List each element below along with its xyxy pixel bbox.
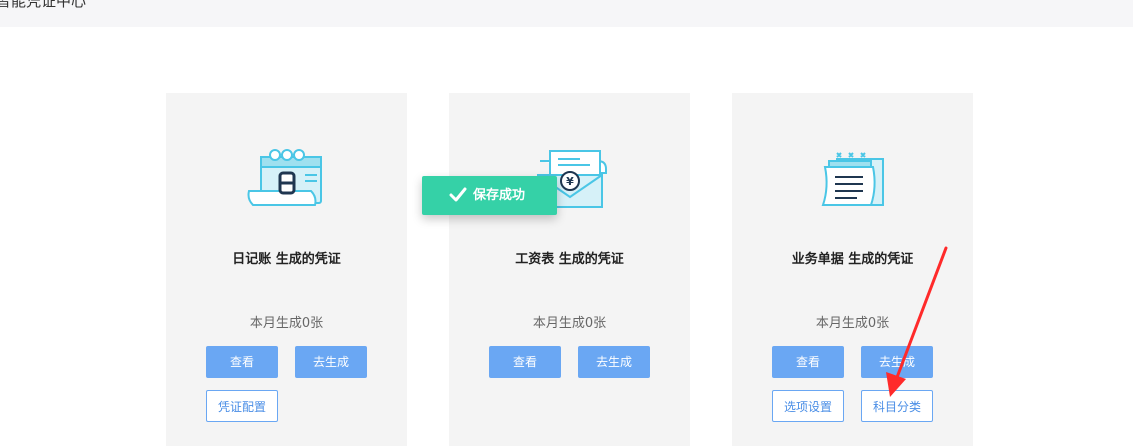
page-title: 智能凭证中心 xyxy=(0,0,87,10)
svg-text:¥: ¥ xyxy=(566,175,574,188)
calendar-icon xyxy=(247,149,322,206)
card-count: 本月生成0张 xyxy=(815,316,890,331)
card-count: 本月生成0张 xyxy=(249,316,324,331)
card-journal: 日记账 生成的凭证 本月生成0张 查看 去生成 凭证配置 xyxy=(166,93,407,446)
view-button[interactable]: 查看 xyxy=(206,346,278,378)
card-title: 工资表 生成的凭证 xyxy=(515,252,624,267)
view-button[interactable]: 查看 xyxy=(772,346,844,378)
card-salary: ¥ 工资表 生成的凭证 本月生成0张 查看 去生成 xyxy=(449,93,690,446)
generate-button[interactable]: 去生成 xyxy=(861,346,933,378)
toast-message: 保存成功 xyxy=(473,188,526,203)
save-success-toast: 保存成功 xyxy=(422,176,557,215)
card-count: 本月生成0张 xyxy=(532,316,607,331)
card-title: 日记账 生成的凭证 xyxy=(232,252,341,267)
generate-button[interactable]: 去生成 xyxy=(578,346,650,378)
card-business-document: 业务单据 生成的凭证 本月生成0张 查看 去生成 选项设置 科目分类 xyxy=(732,93,973,446)
view-button[interactable]: 查看 xyxy=(489,346,561,378)
card-title: 业务单据 生成的凭证 xyxy=(791,252,914,267)
document-icon xyxy=(821,152,884,206)
voucher-config-button[interactable]: 凭证配置 xyxy=(206,390,278,422)
generate-button[interactable]: 去生成 xyxy=(295,346,367,378)
option-settings-button[interactable]: 选项设置 xyxy=(772,390,844,422)
check-icon xyxy=(449,187,467,202)
top-bar: 智能凭证中心 xyxy=(0,0,1133,27)
subject-classification-button[interactable]: 科目分类 xyxy=(861,390,933,422)
